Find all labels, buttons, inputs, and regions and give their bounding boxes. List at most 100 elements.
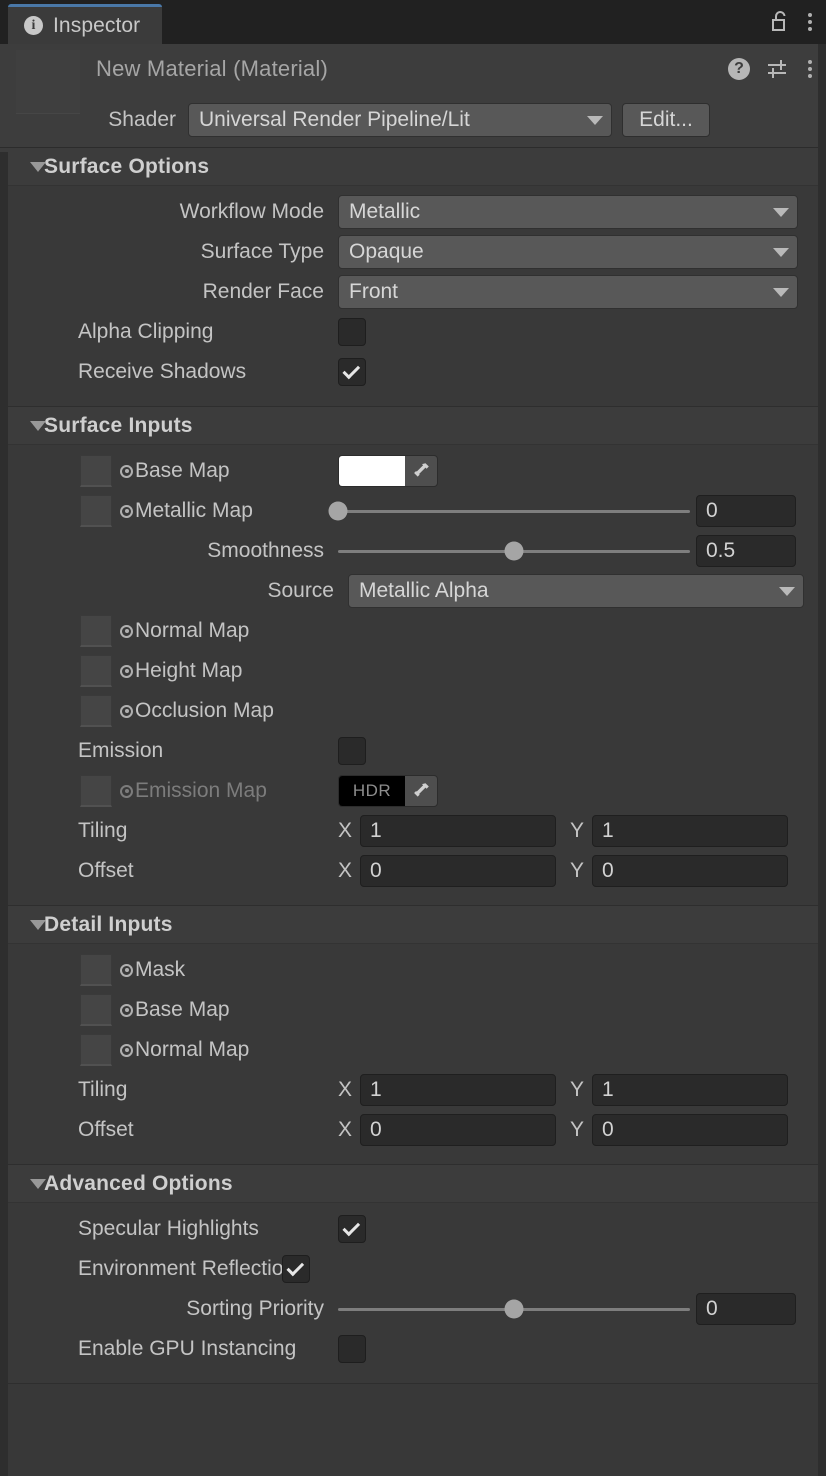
texture-slot[interactable] <box>80 495 112 527</box>
slider-track <box>338 509 690 513</box>
axis-label-x: X <box>338 859 353 882</box>
number-field-sorting-priority[interactable]: 0 <box>696 1293 796 1325</box>
kebab-menu-icon[interactable] <box>806 11 814 33</box>
slider-sorting-priority[interactable] <box>338 1293 690 1325</box>
dropdown-workflow-mode[interactable]: Metallic <box>338 195 798 229</box>
vector-field-y[interactable]: 1 <box>592 815 788 847</box>
shader-label: Shader <box>108 108 176 131</box>
target-picker-icon[interactable] <box>120 784 133 798</box>
target-picker-icon[interactable] <box>120 464 133 478</box>
kebab-menu-icon[interactable] <box>806 58 814 80</box>
texture-label-group: Base Map <box>0 994 338 1026</box>
vector-field-y[interactable]: 0 <box>592 855 788 887</box>
chevron-down-icon <box>773 207 789 217</box>
target-picker-icon[interactable] <box>120 624 133 638</box>
slider-metallic-map[interactable] <box>328 495 690 527</box>
texture-label-group: Mask <box>0 954 338 986</box>
checkbox-emission[interactable] <box>338 737 366 765</box>
foldout-triangle-icon[interactable] <box>30 1178 46 1189</box>
section-header-advanced-options[interactable]: Advanced Options <box>0 1165 826 1203</box>
vector-field-y[interactable]: 0 <box>592 1114 788 1146</box>
texture-slot[interactable] <box>80 655 112 687</box>
checkbox-specular-highlights[interactable] <box>338 1215 366 1243</box>
texture-slot[interactable] <box>80 994 112 1026</box>
section-body: Base Map Metallic Map 0 Smoothness 0.5 Source… <box>0 445 826 905</box>
section-surface-inputs: Surface Inputs Base Map Metallic Map 0 Smoot… <box>0 407 826 906</box>
slider-knob[interactable] <box>328 501 348 521</box>
foldout-triangle-icon[interactable] <box>30 420 46 431</box>
target-picker-icon[interactable] <box>120 1043 133 1057</box>
target-picker-icon[interactable] <box>120 1003 133 1017</box>
property-row: Offset X 0 Y 0 <box>0 1110 826 1150</box>
texture-slot[interactable] <box>80 455 112 487</box>
color-swatch <box>339 456 405 486</box>
panel-right-border <box>818 44 826 1476</box>
target-picker-icon[interactable] <box>120 504 133 518</box>
panel-bottom-filler <box>0 1384 826 1476</box>
section-header-surface-options[interactable]: Surface Options <box>0 148 826 186</box>
preset-sliders-icon[interactable] <box>766 58 790 80</box>
checkbox-receive-shadows[interactable] <box>338 358 366 386</box>
vector-field-y[interactable]: 1 <box>592 1074 788 1106</box>
texture-slot[interactable] <box>80 954 112 986</box>
number-field-metallic-map[interactable]: 0 <box>696 495 796 527</box>
dropdown-surface-type[interactable]: Opaque <box>338 235 798 269</box>
chevron-down-icon <box>779 586 795 596</box>
color-field-base-map[interactable] <box>338 455 438 487</box>
edit-shader-button[interactable]: Edit... <box>622 103 710 137</box>
property-row: Emission Map HDR <box>0 771 826 811</box>
dropdown-value: Opaque <box>349 240 424 263</box>
row-label: Specular Highlights <box>78 1217 259 1240</box>
chevron-down-icon <box>773 247 789 257</box>
help-question-icon[interactable]: ? <box>728 58 750 80</box>
row-label: Height Map <box>135 659 243 682</box>
texture-slot[interactable] <box>80 1034 112 1066</box>
eyedropper-icon[interactable] <box>405 456 437 486</box>
vector-field-x[interactable]: 0 <box>360 855 556 887</box>
checkbox-environment-reflections[interactable] <box>282 1255 310 1283</box>
row-label: Surface Type <box>200 240 324 263</box>
dropdown-source[interactable]: Metallic Alpha <box>348 574 804 608</box>
property-row: Sorting Priority 0 <box>0 1289 826 1329</box>
eyedropper-icon[interactable] <box>405 776 437 806</box>
vector-field-x[interactable]: 1 <box>360 1074 556 1106</box>
section-title: Detail Inputs <box>44 912 173 936</box>
checkbox-alpha-clipping[interactable] <box>338 318 366 346</box>
dropdown-value: Metallic <box>349 200 421 223</box>
row-label: Enable GPU Instancing <box>78 1337 297 1360</box>
slider-knob[interactable] <box>504 541 524 561</box>
tab-inspector[interactable]: i Inspector <box>8 4 163 44</box>
shader-dropdown[interactable]: Universal Render Pipeline/Lit <box>188 103 612 137</box>
property-row: Render Face Front <box>0 272 826 312</box>
vector-field-x[interactable]: 0 <box>360 1114 556 1146</box>
color-swatch: HDR <box>339 776 405 806</box>
target-picker-icon[interactable] <box>120 704 133 718</box>
section-header-detail-inputs[interactable]: Detail Inputs <box>0 906 826 944</box>
texture-slot[interactable] <box>80 775 112 807</box>
section-body: Specular Highlights Environment Reflectio… <box>0 1203 826 1383</box>
row-label: Base Map <box>135 459 230 482</box>
vector-field-x[interactable]: 1 <box>360 815 556 847</box>
dropdown-value: Metallic Alpha <box>359 579 489 602</box>
target-picker-icon[interactable] <box>120 664 133 678</box>
texture-slot[interactable] <box>80 615 112 647</box>
chevron-down-icon <box>773 287 789 297</box>
target-picker-icon[interactable] <box>120 963 133 977</box>
texture-label-group: Base Map <box>0 455 338 487</box>
slider-smoothness[interactable] <box>338 535 690 567</box>
dropdown-render-face[interactable]: Front <box>338 275 798 309</box>
property-row: Specular Highlights <box>0 1209 826 1249</box>
checkbox-enable-gpu-instancing[interactable] <box>338 1335 366 1363</box>
texture-slot[interactable] <box>80 695 112 727</box>
unlocked-padlock-icon[interactable] <box>770 10 790 34</box>
foldout-triangle-icon[interactable] <box>30 919 46 930</box>
property-row: Tiling X 1 Y 1 <box>0 1070 826 1110</box>
material-header: New Material (Material) ? Shader Univers… <box>0 44 826 148</box>
section-header-surface-inputs[interactable]: Surface Inputs <box>0 407 826 445</box>
number-field-smoothness[interactable]: 0.5 <box>696 535 796 567</box>
axis-label-x: X <box>338 1078 353 1101</box>
row-label: Smoothness <box>207 539 324 562</box>
slider-knob[interactable] <box>504 1299 524 1319</box>
foldout-triangle-icon[interactable] <box>30 161 46 172</box>
color-field-emission-map[interactable]: HDR <box>338 775 438 807</box>
